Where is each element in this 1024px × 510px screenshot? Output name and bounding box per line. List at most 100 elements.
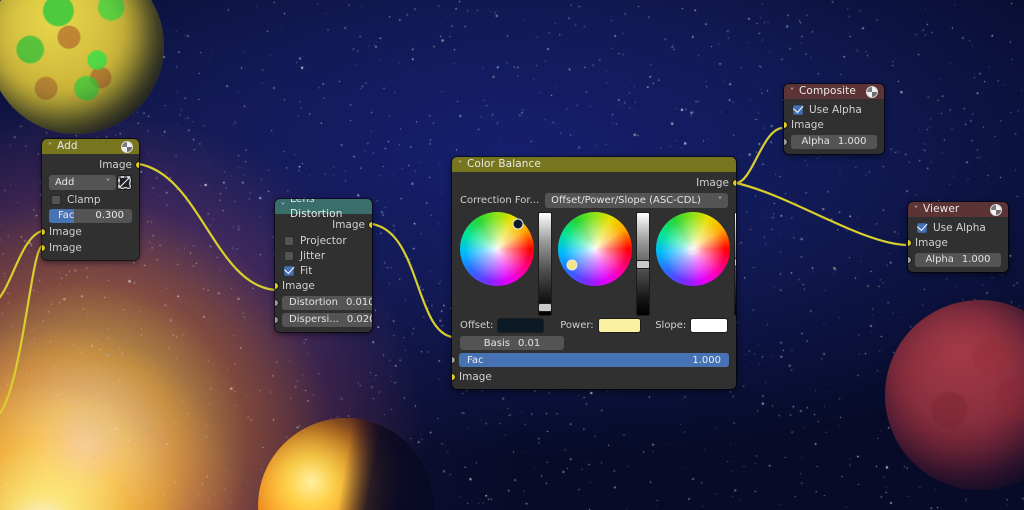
jitter-checkbox-row[interactable]: Jitter (275, 248, 372, 263)
blend-mode-dropdown[interactable]: Add ˅ (49, 175, 116, 190)
node-color-balance[interactable]: ˅ Color Balance Image Correction For... … (452, 157, 736, 389)
add-input-image-row-1[interactable]: Image (42, 224, 139, 240)
node-viewer-header[interactable]: ˅ Viewer (908, 202, 1008, 217)
lens-input-image-socket[interactable] (275, 282, 279, 290)
viewer-alpha-field[interactable]: Alpha 1.000 (915, 252, 1001, 267)
offset-swatch-label: Offset: (460, 320, 494, 331)
offset-wheel-group[interactable] (460, 212, 552, 316)
power-color-wheel[interactable] (558, 212, 632, 286)
power-value-handle[interactable] (636, 259, 650, 269)
fit-checkbox-row[interactable]: Fit (275, 263, 372, 278)
composite-alpha-row[interactable]: Alpha 1.000 (784, 133, 884, 150)
node-add[interactable]: ˅ Add Image Add ˅ Clamp Fac 0.300 Image … (42, 139, 139, 260)
basis-field[interactable]: Basis 0.01 (460, 336, 564, 350)
cb-input-image-label: Image (459, 370, 492, 383)
viewer-image-input-row[interactable]: Image (908, 235, 1008, 251)
lens-distortion-field[interactable]: Distortion 0.010 (282, 295, 372, 310)
add-input-image-socket-2[interactable] (42, 244, 46, 252)
offset-value-slider[interactable] (538, 212, 552, 316)
slope-color-wheel[interactable] (656, 212, 730, 286)
power-wheel-cursor[interactable] (566, 259, 578, 271)
add-output-image-row[interactable]: Image (42, 157, 139, 173)
slope-value-slider[interactable] (734, 212, 736, 316)
cb-fac-row[interactable]: Fac 1.000 (452, 352, 736, 369)
node-editor-canvas[interactable]: ˅ Add Image Add ˅ Clamp Fac 0.300 Image … (0, 0, 1024, 510)
lens-input-image-row[interactable]: Image (275, 278, 372, 294)
projector-checkbox[interactable] (284, 235, 294, 246)
projector-label: Projector (300, 234, 347, 247)
lens-distortion-row[interactable]: Distortion 0.010 (275, 294, 372, 311)
node-composite[interactable]: ˅ Composite Use Alpha Image Alpha 1.000 (784, 84, 884, 154)
blend-mode-value: Add (55, 177, 75, 188)
slope-value-handle[interactable] (734, 257, 736, 267)
node-composite-header[interactable]: ˅ Composite (784, 84, 884, 99)
add-input-image-row-2[interactable]: Image (42, 240, 139, 256)
offset-color-swatch[interactable] (497, 318, 545, 333)
cb-input-image-row[interactable]: Image (452, 369, 736, 385)
viewer-alpha-row[interactable]: Alpha 1.000 (908, 251, 1008, 268)
collapse-chevron-icon[interactable]: ˅ (458, 157, 463, 172)
node-viewer[interactable]: ˅ Viewer Use Alpha Image Alpha 1.000 (908, 202, 1008, 272)
clamp-checkbox-row[interactable]: Clamp (42, 192, 139, 207)
composite-alpha-field[interactable]: Alpha 1.000 (791, 134, 877, 149)
lens-input-image-label: Image (282, 280, 315, 292)
clamp-checkbox[interactable] (51, 194, 61, 205)
cb-fac-socket[interactable] (452, 356, 456, 364)
collapse-chevron-icon[interactable]: ˅ (48, 139, 53, 154)
correction-formula-dropdown[interactable]: Offset/Power/Slope (ASC-CDL) ˅ (545, 193, 728, 208)
collapse-chevron-icon[interactable]: ˅ (790, 84, 795, 99)
viewer-use-alpha-row[interactable]: Use Alpha (908, 220, 1008, 235)
power-color-swatch[interactable] (597, 318, 642, 333)
correction-formula-row[interactable]: Correction For... Offset/Power/Slope (AS… (452, 191, 736, 210)
correction-formula-value: Offset/Power/Slope (ASC-CDL) (551, 195, 701, 206)
fit-checkbox[interactable] (284, 265, 294, 276)
node-composite-body: Use Alpha Image Alpha 1.000 (784, 99, 884, 154)
node-lens-header[interactable]: ˅ Lens Distortion (275, 199, 372, 220)
viewer-image-label: Image (915, 237, 948, 249)
composite-image-socket[interactable] (784, 121, 788, 129)
composite-use-alpha-row[interactable]: Use Alpha (784, 102, 884, 117)
viewer-alpha-socket[interactable] (908, 255, 912, 264)
lens-output-image-socket[interactable] (368, 221, 372, 229)
node-add-header[interactable]: ˅ Add (42, 139, 139, 154)
power-value-slider[interactable] (636, 212, 650, 316)
node-lens-distortion[interactable]: ˅ Lens Distortion Image Projector Jitter… (275, 199, 372, 332)
lens-dispersion-value: 0.020 (346, 314, 372, 325)
jitter-checkbox[interactable] (284, 250, 294, 261)
composite-image-input-row[interactable]: Image (784, 117, 884, 133)
slope-color-swatch[interactable] (690, 318, 728, 333)
lens-dispersion-field[interactable]: Dispersi... 0.020 (282, 312, 372, 327)
cb-output-image-label: Image (696, 177, 729, 189)
power-wheel-group[interactable] (558, 212, 650, 316)
composite-use-alpha-checkbox[interactable] (793, 104, 803, 115)
cb-output-image-socket[interactable] (732, 179, 736, 187)
add-fac-slider[interactable]: Fac 0.300 (49, 208, 132, 223)
collapse-chevron-icon[interactable]: ˅ (914, 202, 919, 217)
add-input-image-socket-1[interactable] (42, 228, 46, 236)
composite-alpha-socket[interactable] (784, 137, 788, 146)
offset-wheel-cursor[interactable] (512, 218, 524, 230)
chevron-down-icon: ˅ (717, 196, 723, 205)
clamp-label: Clamp (67, 193, 101, 206)
lens-output-image-row[interactable]: Image (275, 217, 372, 233)
collapse-chevron-icon[interactable]: ˅ (281, 199, 286, 214)
slope-wheel-cursor[interactable] (687, 243, 699, 255)
node-color-balance-body: Image Correction For... Offset/Power/Slo… (452, 172, 736, 389)
sphere-icon (866, 85, 878, 98)
lens-dispersion-socket[interactable] (275, 315, 279, 324)
lens-dispersion-row[interactable]: Dispersi... 0.020 (275, 311, 372, 328)
projector-checkbox-row[interactable]: Projector (275, 233, 372, 248)
add-output-image-socket[interactable] (135, 161, 139, 169)
viewer-image-socket[interactable] (908, 239, 912, 247)
image-toggle-icon[interactable] (117, 175, 132, 190)
offset-color-wheel[interactable] (460, 212, 534, 286)
add-output-image-label: Image (99, 159, 132, 171)
cb-fac-slider[interactable]: Fac 1.000 (459, 353, 729, 367)
cb-output-image-row[interactable]: Image (452, 175, 736, 191)
cb-input-image-socket[interactable] (452, 372, 456, 381)
slope-wheel-group[interactable] (656, 212, 736, 316)
lens-distortion-socket[interactable] (275, 298, 279, 307)
viewer-use-alpha-checkbox[interactable] (917, 222, 927, 233)
node-color-balance-header[interactable]: ˅ Color Balance (452, 157, 736, 172)
offset-value-handle[interactable] (538, 302, 552, 312)
